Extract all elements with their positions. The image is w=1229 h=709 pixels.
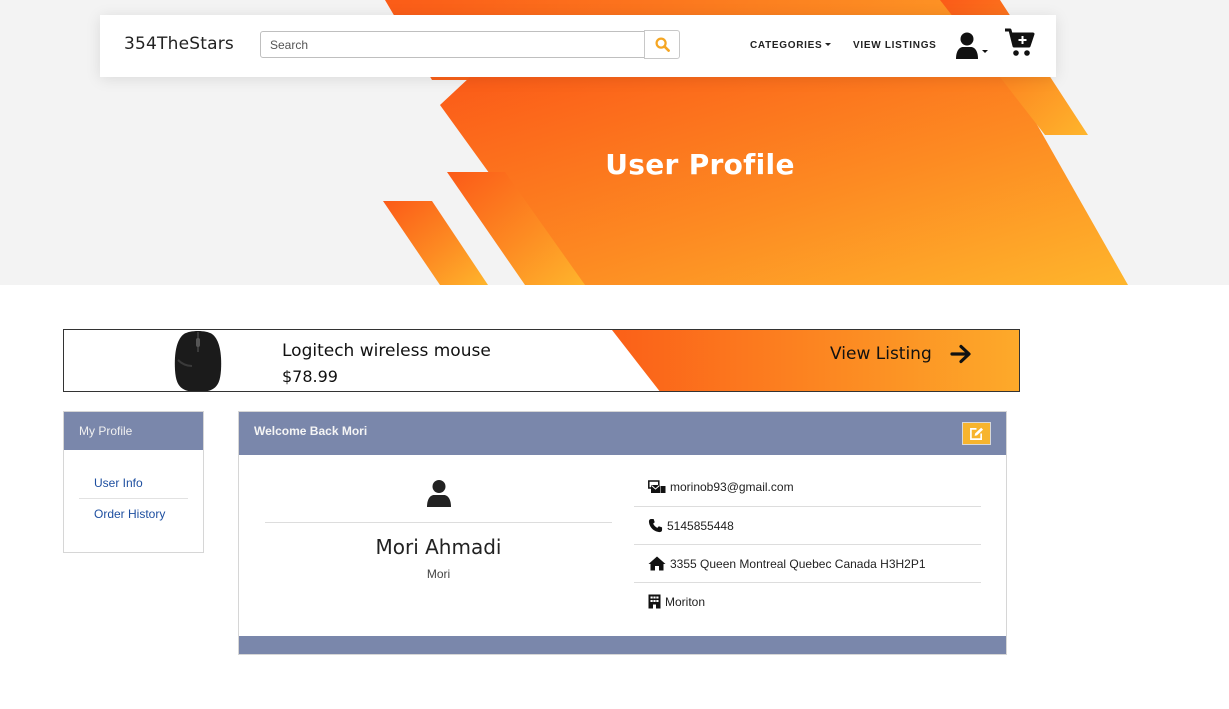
building-icon [648, 594, 661, 609]
sidebar-item-user-info[interactable]: User Info [79, 468, 188, 498]
edit-profile-button[interactable] [962, 422, 991, 445]
profile-card: Welcome Back Mori Mori Ahmadi Mori morin… [238, 411, 1007, 655]
avatar-user-icon [426, 480, 451, 507]
categories-label: CATEGORIES [750, 40, 823, 51]
divider [265, 522, 612, 523]
phone-icon [648, 518, 663, 533]
mail-bulk-icon [648, 479, 666, 493]
listing-price: $78.99 [282, 367, 338, 386]
email-value: morinob93@gmail.com [670, 480, 794, 494]
user-icon [956, 32, 988, 59]
full-name: Mori Ahmadi [375, 535, 502, 559]
company-value: Moriton [665, 594, 706, 609]
username: Mori [426, 567, 451, 581]
mouse-image [174, 331, 222, 391]
cart-plus-icon [1005, 28, 1035, 56]
search-icon [654, 37, 670, 52]
user-menu-dropdown[interactable] [955, 31, 991, 61]
categories-dropdown[interactable]: CATEGORIES [750, 40, 832, 51]
edit-icon [970, 427, 984, 440]
profile-card-footer [239, 636, 1006, 654]
search-button[interactable] [644, 30, 680, 59]
page-title: User Profile [605, 148, 795, 181]
view-listing-button[interactable]: View Listing [830, 344, 972, 364]
profile-sidebar: My Profile User Info Order History [63, 411, 204, 553]
featured-listing-banner[interactable]: Logitech wireless mouse $78.99 View List… [63, 329, 1020, 392]
welcome-message: Welcome Back Mori [254, 424, 368, 438]
search-input[interactable] [260, 31, 645, 58]
email-row: morinob93@gmail.com [634, 468, 981, 506]
cart-button[interactable] [1004, 28, 1036, 60]
top-navbar: 354TheStars CATEGORIES VIEW LISTINGS [100, 15, 1056, 77]
sidebar-item-order-history[interactable]: Order History [79, 498, 188, 529]
brand-logo[interactable]: 354TheStars [124, 34, 234, 54]
home-icon [648, 556, 666, 571]
address-value: 3355 Queen Montreal Quebec Canada H3H2P1 [670, 556, 926, 571]
company-row: Moriton [634, 582, 981, 620]
sidebar-title: My Profile [64, 412, 203, 450]
contact-details: morinob93@gmail.com 5145855448 3355 Quee… [634, 468, 981, 620]
phone-row: 5145855448 [634, 506, 981, 544]
profile-summary: Mori Ahmadi Mori [265, 476, 612, 581]
phone-value: 5145855448 [667, 518, 734, 533]
listing-title: Logitech wireless mouse [282, 341, 491, 361]
arrow-right-icon [950, 344, 971, 364]
view-listing-label: View Listing [830, 344, 932, 364]
profile-card-header: Welcome Back Mori [239, 412, 1006, 455]
sidebar-menu: User Info Order History [64, 450, 203, 529]
view-listings-link[interactable]: VIEW LISTINGS [853, 40, 937, 51]
address-row: 3355 Queen Montreal Quebec Canada H3H2P1 [634, 544, 981, 582]
chevron-down-icon [825, 43, 832, 46]
